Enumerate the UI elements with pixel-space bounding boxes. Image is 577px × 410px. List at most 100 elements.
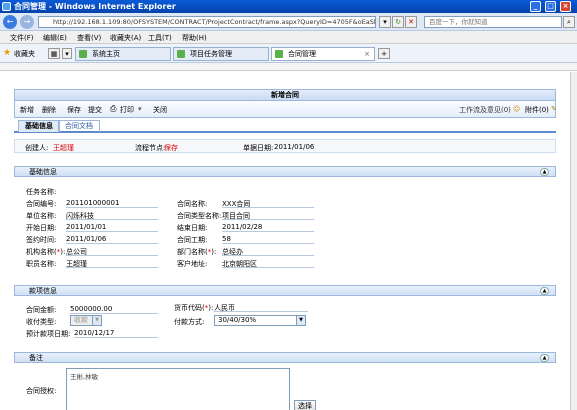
org-label: 机构名称(*): — [26, 248, 66, 256]
auth-textarea[interactable]: 王彬,林敏 — [66, 368, 290, 410]
address-bar: ← → http://192.168.1.109:80/OFSYSTEM/CON… — [0, 13, 577, 31]
creator-value: 王超瑾 — [53, 144, 74, 152]
contract-no-label: 合同编号: — [26, 200, 57, 208]
contract-name-field[interactable]: XXX合同 — [222, 199, 314, 208]
page-icon — [79, 50, 87, 58]
contract-type-field[interactable]: 项目合同 — [222, 211, 314, 220]
contract-type-label: 合同类型名称: — [177, 212, 222, 220]
search-icon[interactable]: ⌕ — [563, 16, 575, 28]
page-icon — [275, 50, 283, 58]
tab-project-tasks[interactable]: 项目任务管理 — [173, 47, 269, 61]
staff-field[interactable]: 王超瑾 — [66, 259, 158, 268]
save-button[interactable]: 保存 — [67, 105, 81, 115]
close-form-button[interactable]: 关闭 — [153, 105, 167, 115]
back-button[interactable]: ← — [3, 15, 17, 29]
select-button[interactable]: 选择 — [294, 400, 316, 410]
menu-edit[interactable]: 编辑(E) — [43, 33, 67, 43]
contract-no-field[interactable]: 201101000001 — [66, 199, 158, 208]
refresh-icon[interactable]: ↻ — [392, 16, 404, 28]
tab-basic-info[interactable]: 基础信息 — [18, 120, 60, 132]
task-name-label: 任务名称: — [26, 188, 57, 196]
submit-button[interactable]: 提交 — [88, 105, 102, 115]
node-label: 流程节点: — [135, 144, 166, 152]
collapse-icon[interactable]: ▲ — [540, 168, 549, 176]
menu-bar: 文件(F) 编辑(E) 查看(V) 收藏夹(A) 工具(T) 帮助(H) — [0, 31, 577, 44]
favorites-bar: ★ 收藏夹 ▦ ▾ 系统主页 项目任务管理 合同管理 × + — [0, 44, 577, 63]
url-field[interactable]: http://192.168.1.109:80/OFSYSTEM/CONTRAC… — [38, 16, 376, 28]
workflow-button[interactable]: 工作流及意见(0) — [459, 105, 511, 115]
doc-date-label: 单据日期: — [243, 144, 274, 152]
creator-label: 创建人: — [25, 144, 49, 152]
document-info-bar: 创建人: 王超瑾 流程节点: 保存 单据日期: 2011/01/06 — [14, 139, 556, 153]
menu-file[interactable]: 文件(F) — [10, 33, 34, 43]
close-tab-icon[interactable]: × — [364, 48, 370, 60]
recv-type-label: 收付类型: — [26, 318, 57, 326]
print-button[interactable]: 打印 — [120, 105, 134, 115]
new-button[interactable]: 新增 — [20, 105, 34, 115]
print-dropdown-icon[interactable]: ▾ — [138, 105, 142, 113]
pay-mode-label: 付款方式: — [174, 318, 205, 326]
tab-contract-docs[interactable]: 合同文档 — [58, 120, 100, 132]
expected-date-label: 预计款项日期: — [26, 330, 71, 338]
org-field[interactable]: 总公司 — [66, 247, 158, 256]
collapse-icon[interactable]: ▲ — [540, 354, 549, 362]
pay-mode-select[interactable]: 30/40/30% ▼ — [214, 315, 306, 326]
tab-home[interactable]: 系统主页 — [75, 47, 171, 61]
start-date-field[interactable]: 2011/01/01 — [66, 223, 158, 232]
period-label: 合同工期: — [177, 236, 208, 244]
maximize-button[interactable]: □ — [545, 1, 556, 12]
unit-field[interactable]: 闪烁科技 — [66, 211, 158, 220]
chevron-down-icon: ▼ — [296, 316, 305, 325]
payment-info-header: 款项信息 ▲ — [14, 285, 556, 296]
dropdown-icon[interactable]: ▾ — [379, 16, 391, 28]
contract-name-label: 合同名称: — [177, 200, 208, 208]
form-toolbar: 新增 删除 保存 提交 ⎙ 打印 ▾ 关闭 工作流及意见(0) ☺ 附件(0) … — [14, 101, 557, 118]
menu-favorites[interactable]: 收藏夹(A) — [110, 33, 141, 43]
currency-field[interactable]: 人民币 — [214, 303, 308, 312]
pay-mode-value: 30/40/30% — [218, 316, 257, 324]
section-title: 备注 — [29, 354, 43, 362]
expected-date-field[interactable]: 2010/12/17 — [74, 329, 158, 338]
window-title: 合同管理 - Windows Internet Explorer — [14, 2, 176, 11]
printer-icon: ⎙ — [110, 104, 117, 113]
menu-view[interactable]: 查看(V) — [77, 33, 101, 43]
favorites-label[interactable]: 收藏夹 — [14, 49, 35, 59]
chevron-down-icon: ▼ — [92, 316, 101, 325]
tab-label: 系统主页 — [92, 50, 120, 58]
dept-label: 部门名称(*): — [177, 248, 217, 256]
sign-date-field[interactable]: 2011/01/06 — [66, 235, 158, 244]
stop-icon[interactable]: ✕ — [405, 16, 417, 28]
attachment-button[interactable]: 附件(0) — [525, 105, 549, 115]
unit-label: 单位名称: — [26, 212, 57, 220]
minimize-button[interactable]: _ — [530, 1, 541, 12]
grid-icon[interactable]: ▦ — [48, 48, 60, 59]
forward-button[interactable]: → — [20, 15, 34, 29]
vertical-scrollbar[interactable] — [570, 72, 577, 410]
user-icon: ☺ — [513, 105, 521, 113]
search-input[interactable]: 百度一下，你就知道 — [424, 16, 562, 28]
basic-info-header: 基础信息 ▲ — [14, 166, 556, 177]
close-button[interactable]: × — [560, 1, 571, 12]
chevron-down-icon[interactable]: ▾ — [62, 48, 72, 59]
delete-button[interactable]: 删除 — [42, 105, 56, 115]
tab-contract-management[interactable]: 合同管理 × — [271, 47, 375, 61]
window-title-bar: 合同管理 - Windows Internet Explorer _ □ × — [0, 0, 577, 13]
star-icon: ★ — [3, 48, 12, 58]
end-date-field[interactable]: 2011/02/28 — [222, 223, 314, 232]
tab-label: 合同管理 — [288, 50, 316, 58]
recv-type-select: 收款 ▼ — [70, 315, 102, 326]
menu-tools[interactable]: 工具(T) — [148, 33, 172, 43]
section-title: 基础信息 — [29, 168, 57, 176]
menu-help[interactable]: 帮助(H) — [182, 33, 207, 43]
period-field[interactable]: 58 — [222, 235, 314, 244]
collapse-icon[interactable]: ▲ — [540, 287, 549, 295]
amount-label: 合同金额: — [26, 306, 57, 314]
form-title: 新增合同 — [14, 89, 556, 101]
customer-field[interactable]: 北京朝阳区 — [222, 259, 314, 268]
recv-type-value: 收款 — [74, 316, 88, 324]
staff-label: 职员名称: — [26, 260, 57, 268]
new-tab-icon[interactable]: + — [378, 48, 390, 59]
dept-field[interactable]: 总经办 — [222, 247, 314, 256]
sign-date-label: 签约时间: — [26, 236, 57, 244]
amount-field[interactable]: 5000000.00 — [70, 305, 158, 314]
